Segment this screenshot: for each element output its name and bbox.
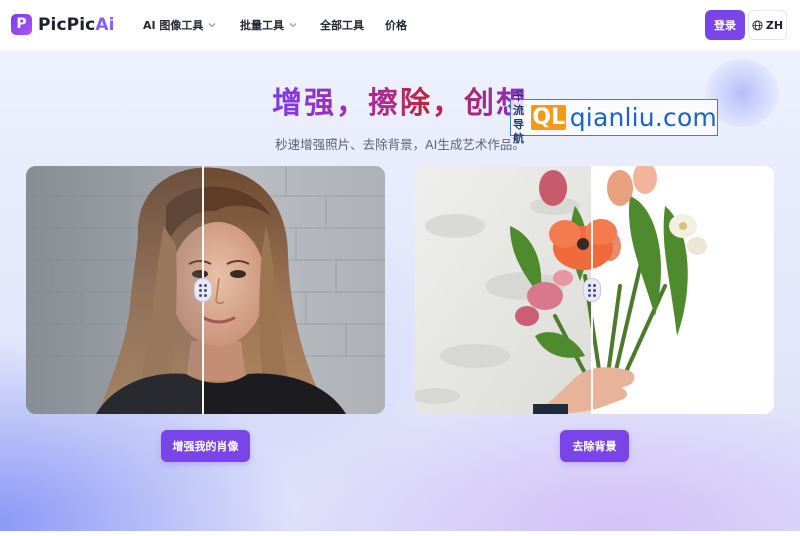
language-switcher[interactable]: ZH [748,10,787,40]
nav-pricing-label: 价格 [385,19,407,32]
nav-pricing[interactable]: 价格 [385,17,407,33]
enhance-portrait-button[interactable]: 增强我的肖像 [161,430,250,462]
hero-subtitle: 秒速增强照片、去除背景，AI生成艺术作品。 [275,137,525,152]
globe-icon [752,19,763,31]
watermark-chinese: 千流 导航 [513,89,524,145]
compare-slider-handle[interactable] [583,278,601,302]
brand-name: PicPicAi [38,15,115,35]
brand-name-prefix: PicPic [38,14,96,35]
brand-name-accent: Ai [95,14,115,35]
chevron-down-icon [289,23,297,28]
brand-logo[interactable]: P PicPicAi [11,14,115,35]
compare-slider-handle[interactable] [194,278,212,302]
nav-ai-image-tools[interactable]: AI 图像工具 [143,17,217,33]
portrait-compare-image[interactable] [26,166,385,414]
logo-icon: P [11,14,32,35]
nav-all-tools[interactable]: 全部工具 [320,17,364,33]
drag-handle-icon [199,283,207,297]
remove-background-button[interactable]: 去除背景 [560,430,629,462]
flower-compare-image[interactable] [415,166,774,414]
drag-handle-icon [588,283,596,297]
nav-batch-tools[interactable]: 批量工具 [240,17,298,33]
nav-batch-tools-label: 批量工具 [240,19,284,32]
page-footer-edge [0,531,800,536]
nav-all-tools-label: 全部工具 [320,19,364,32]
nav-ai-image-tools-label: AI 图像工具 [143,19,204,32]
chevron-down-icon [208,23,216,28]
login-button[interactable]: 登录 [705,10,745,40]
watermark-logo: QL [531,105,567,130]
watermark-badge: 千流 导航 QL qianliu.com [510,90,718,145]
top-navbar: P PicPicAi AI 图像工具 批量工具 全部工具 价格 登录 ZH [0,0,800,50]
language-label: ZH [765,18,784,32]
watermark-url: qianliu.com [569,103,717,132]
